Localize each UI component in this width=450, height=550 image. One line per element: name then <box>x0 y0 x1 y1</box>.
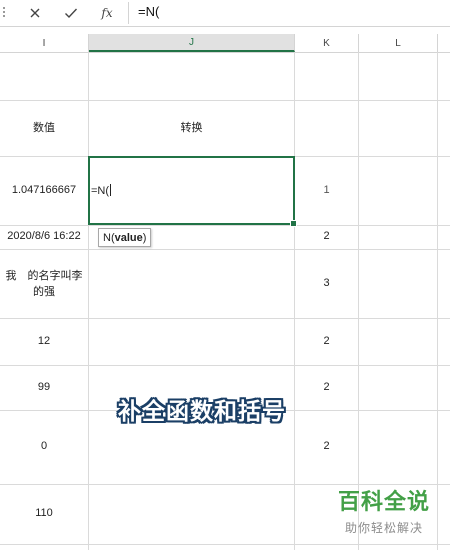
cell-i-header[interactable]: 数值 <box>0 100 88 156</box>
formula-input[interactable]: =N( <box>138 4 159 19</box>
insert-function-button[interactable]: fx <box>96 3 118 23</box>
grip-handle[interactable] <box>3 7 5 19</box>
cell-i-row7[interactable]: 110 <box>0 484 88 544</box>
column-header-j[interactable]: J <box>89 34 295 52</box>
cell-k-row3[interactable]: 3 <box>295 249 358 318</box>
active-cell-j-row1[interactable]: =N( <box>88 156 297 227</box>
cell-k-row1[interactable]: 1 <box>295 156 358 225</box>
enter-button[interactable] <box>60 3 82 23</box>
cell-i-row5[interactable]: 99 <box>0 365 88 410</box>
text-caret <box>110 184 112 196</box>
cell-i-row3[interactable]: 我 的名字叫李的强 <box>4 249 84 318</box>
formula-bar: fx =N( <box>0 0 450 27</box>
cell-edit-text[interactable]: =N( <box>91 184 112 197</box>
fill-handle[interactable] <box>290 220 297 227</box>
formula-bar-divider <box>128 2 129 24</box>
watermark-slogan: 助你轻松解决 <box>344 521 423 535</box>
function-tooltip[interactable]: N(value) <box>98 228 152 247</box>
overlay-caption: 补全函数和括号 <box>118 399 286 425</box>
tooltip-argument[interactable]: value <box>115 232 143 244</box>
cell-j-header[interactable]: 转换 <box>89 100 294 156</box>
tooltip-close-paren: ) <box>142 231 147 244</box>
cell-k-row5[interactable]: 2 <box>295 365 358 410</box>
cell-k-row4[interactable]: 2 <box>295 318 358 365</box>
cell-k-row6[interactable]: 2 <box>295 410 358 484</box>
tooltip-function-name: N( <box>103 231 115 244</box>
cell-i-row2[interactable]: 2020/8/6 16:22 <box>0 225 88 249</box>
column-header-row: I J K L <box>0 34 450 53</box>
cell-k-row2[interactable]: 2 <box>295 225 358 249</box>
brand-watermark: 百科全说 助你轻松解决 <box>322 490 446 536</box>
column-header-l[interactable]: L <box>359 34 438 52</box>
spreadsheet-grid[interactable]: 数值 转换 1.047166667 1 2020/8/6 16:22 2 我 的… <box>0 52 450 550</box>
watermark-brand: 百科全说 <box>337 490 430 515</box>
column-header-k[interactable]: K <box>295 34 359 52</box>
cell-i-row6[interactable]: 0 <box>0 410 88 484</box>
cell-i-row1[interactable]: 1.047166667 <box>0 156 88 225</box>
close-icon <box>30 8 40 18</box>
cell-i-row4[interactable]: 12 <box>0 318 88 365</box>
check-icon <box>65 8 78 19</box>
cancel-button[interactable] <box>24 3 46 23</box>
column-header-i[interactable]: I <box>0 34 89 52</box>
